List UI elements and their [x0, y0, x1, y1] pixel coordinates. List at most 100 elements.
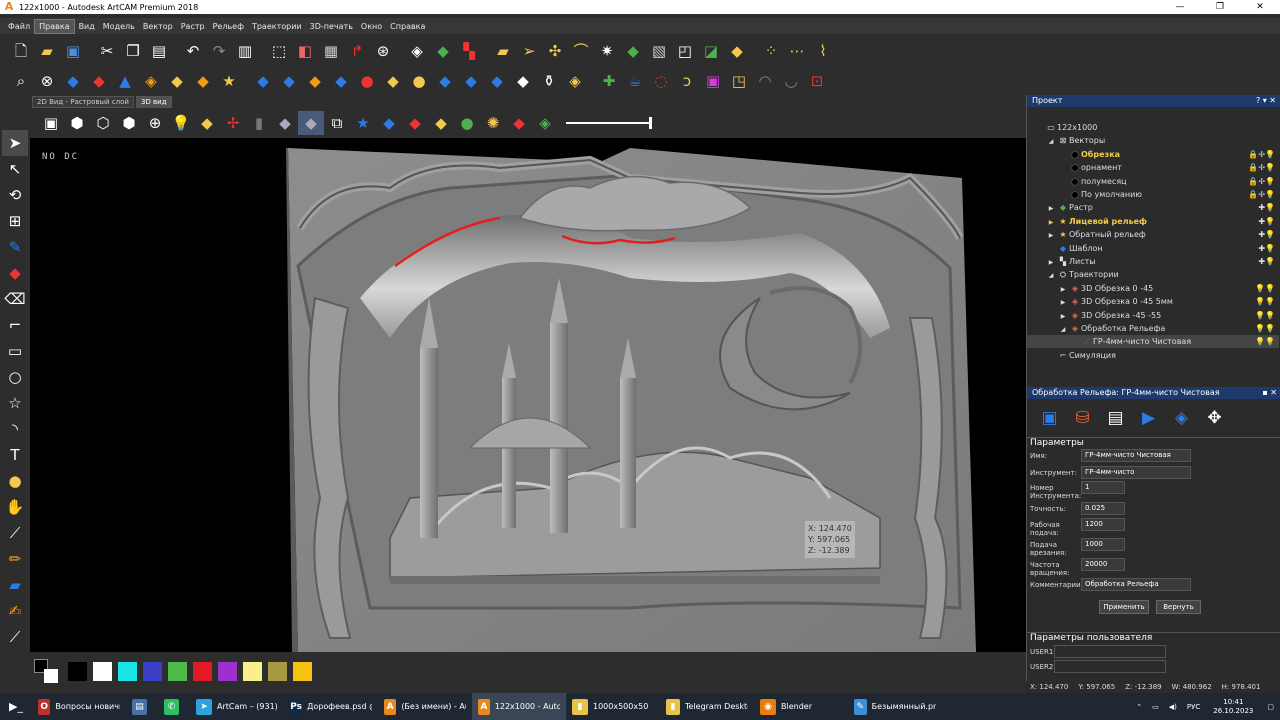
- taskbar-item[interactable]: A 122x1000 - Autodes...: [472, 693, 566, 720]
- arc-icon[interactable]: ◝: [2, 416, 28, 442]
- taskbar-item[interactable]: A (Без имени) - Auto...: [378, 693, 472, 720]
- tree-item[interactable]: ◢ ◈ Обработка Рельефа 💡💡: [1027, 322, 1279, 335]
- star-burst-icon[interactable]: ✷: [594, 39, 620, 63]
- expander-icon[interactable]: ▶: [1045, 256, 1057, 269]
- volume-icon[interactable]: ◀): [1169, 703, 1177, 711]
- show-red-relief-icon[interactable]: ◆: [402, 111, 428, 135]
- curve-icon[interactable]: ⌒: [568, 39, 594, 63]
- tree-item[interactable]: ▶ ▚ Листы ✚💡: [1027, 255, 1279, 268]
- restore-button[interactable]: ❐: [1200, 0, 1240, 14]
- simulate-icon[interactable]: ▶: [1132, 406, 1165, 430]
- paste-icon[interactable]: ▤: [146, 39, 172, 63]
- flatten-icon[interactable]: ●: [354, 69, 380, 93]
- texture-icon[interactable]: ▧: [646, 39, 672, 63]
- paint-fill-icon[interactable]: ◆: [2, 260, 28, 286]
- right-view-icon[interactable]: ⬢: [116, 111, 142, 135]
- language-indicator[interactable]: РУС: [1187, 703, 1200, 711]
- menu-item[interactable]: Файл: [4, 20, 34, 33]
- view-rotate-icon[interactable]: ⊗: [34, 69, 60, 93]
- tree-item[interactable]: ● орнамент 🔒✢💡: [1027, 161, 1279, 174]
- visibility-lock-icon[interactable]: ✚💡: [1258, 228, 1275, 241]
- fill-icon[interactable]: ◈: [404, 39, 430, 63]
- field-input[interactable]: 20000: [1081, 558, 1125, 571]
- vector-arrow-icon[interactable]: ➢: [516, 39, 542, 63]
- draw-plane-icon[interactable]: ◆: [194, 111, 220, 135]
- expander-icon[interactable]: ▶: [1045, 229, 1057, 242]
- scale-relief-icon[interactable]: ◆: [458, 69, 484, 93]
- redo-icon[interactable]: ↷: [206, 39, 232, 63]
- tree-item[interactable]: ⟋ ГР-4мм-чисто Чистовая 💡💡: [1027, 335, 1279, 349]
- field-input[interactable]: Обработка Рельефа: [1081, 578, 1191, 591]
- menu-item[interactable]: Модель: [99, 20, 139, 33]
- visibility-lock-icon[interactable]: 🔒✢💡: [1248, 188, 1275, 201]
- visibility-lock-icon[interactable]: 💡💡: [1255, 322, 1275, 335]
- drop-icon[interactable]: ●: [406, 69, 432, 93]
- user-params-section[interactable]: Параметры пользователя: [1027, 632, 1280, 643]
- select-magenta-icon[interactable]: ▣: [700, 69, 726, 93]
- star-yellow-icon[interactable]: ★: [216, 69, 242, 93]
- fade-icon[interactable]: ◆: [484, 69, 510, 93]
- expander-icon[interactable]: ◢: [1045, 269, 1057, 282]
- active-colors-swatch[interactable]: [34, 659, 58, 683]
- pencil-orange-icon[interactable]: ✏: [2, 546, 28, 572]
- circle-icon[interactable]: ○: [2, 364, 28, 390]
- taskbar-item[interactable]: ▮ Telegram Desktop: [660, 693, 754, 720]
- drop-tool-icon[interactable]: ●: [2, 468, 28, 494]
- save-icon[interactable]: ▣: [60, 39, 86, 63]
- layers-icon[interactable]: ▚: [456, 39, 482, 63]
- tree-item[interactable]: ● Обрезка 🔒✢💡: [1027, 148, 1279, 161]
- sparkle-icon[interactable]: ✺: [480, 111, 506, 135]
- field-input[interactable]: 1000: [1081, 538, 1125, 551]
- color-swatch[interactable]: [193, 661, 212, 681]
- new-file-icon[interactable]: 🗋: [8, 39, 34, 63]
- menu-item[interactable]: 3D-печать: [306, 20, 357, 33]
- save-toolpath-icon[interactable]: ▣: [1033, 406, 1066, 430]
- group-yellow-icon[interactable]: ◳: [726, 69, 752, 93]
- notifications-icon[interactable]: ▢: [1267, 703, 1274, 711]
- zero-origin-icon[interactable]: ↱: [344, 39, 370, 63]
- tree-item[interactable]: ▶ ◈ 3D Обрезка -45 -55 💡💡: [1027, 309, 1279, 322]
- toolpath-notes-icon[interactable]: ▤: [1099, 406, 1132, 430]
- select-arrow-icon[interactable]: ➤: [2, 130, 28, 156]
- bake-icon[interactable]: ◆: [510, 69, 536, 93]
- params-section[interactable]: Параметры: [1027, 437, 1280, 448]
- user2-field[interactable]: [1054, 660, 1166, 673]
- tree-item[interactable]: ▶ ◈ 3D Обрезка 0 -45 5мм 💡💡: [1027, 295, 1279, 308]
- merge-icon[interactable]: ◰: [672, 39, 698, 63]
- visibility-lock-icon[interactable]: 🔒✢💡: [1248, 148, 1275, 161]
- color-relief-icon[interactable]: ◆: [506, 111, 532, 135]
- taskbar-item[interactable]: ✆: [158, 693, 190, 720]
- expander-icon[interactable]: ▶: [1045, 216, 1057, 229]
- visibility-lock-icon[interactable]: ✚💡: [1258, 215, 1275, 228]
- import-folder-icon[interactable]: ▰: [490, 39, 516, 63]
- node-select-icon[interactable]: ↖: [2, 156, 28, 182]
- menu-item[interactable]: Вид: [75, 20, 99, 33]
- tree-item[interactable]: ● полумесяц 🔒✢💡: [1027, 175, 1279, 188]
- menu-item[interactable]: Траектории: [248, 20, 306, 33]
- toolpath-3d-icon[interactable]: ◈: [1165, 406, 1198, 430]
- color-swatch[interactable]: [93, 661, 112, 681]
- show-blue-relief-icon[interactable]: ◆: [376, 111, 402, 135]
- add-green-icon[interactable]: ✚: [596, 69, 622, 93]
- view-slider[interactable]: [566, 117, 652, 129]
- visibility-lock-icon[interactable]: ✚💡: [1258, 242, 1275, 255]
- pot-icon[interactable]: ⚱: [536, 69, 562, 93]
- menu-item[interactable]: Растр: [177, 20, 209, 33]
- axes-icon[interactable]: ✢: [220, 111, 246, 135]
- taskbar-item[interactable]: ✎ Безымянный.png ...: [848, 693, 942, 720]
- offset-icon[interactable]: ◆: [432, 69, 458, 93]
- user1-field[interactable]: [1054, 645, 1166, 658]
- show-relief-icon[interactable]: ◆: [272, 111, 298, 135]
- close-button[interactable]: ✕: [1240, 0, 1280, 14]
- pipette-icon[interactable]: ⟋: [2, 624, 28, 650]
- taskbar-item[interactable]: ▤: [126, 693, 158, 720]
- tree-item[interactable]: ◢ ⊠ Векторы: [1027, 134, 1279, 147]
- render-yellow-icon[interactable]: ◆: [428, 111, 454, 135]
- taskbar-item[interactable]: ➤ ArtCam – (931): [190, 693, 284, 720]
- visibility-lock-icon[interactable]: ✚💡: [1258, 201, 1275, 214]
- field-input[interactable]: 1200: [1081, 518, 1125, 531]
- expander-icon[interactable]: ▶: [1057, 283, 1069, 296]
- tree-item[interactable]: ▶ ★ Лицевой рельеф ✚💡: [1027, 215, 1279, 228]
- open-folder-icon[interactable]: ▰: [34, 39, 60, 63]
- front-view-icon[interactable]: ⬢: [64, 111, 90, 135]
